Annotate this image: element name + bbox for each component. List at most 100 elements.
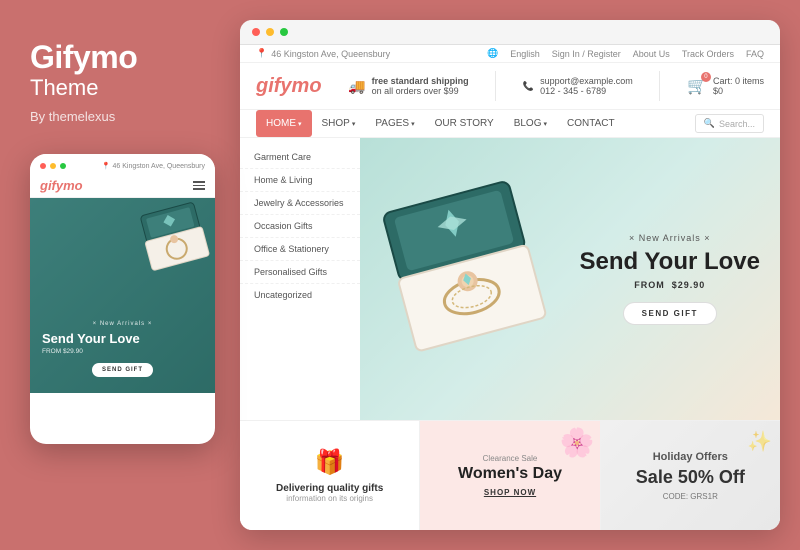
hero-send-gift-button[interactable]: SEND GIFT xyxy=(623,302,717,325)
hamburger-line xyxy=(193,181,205,183)
hamburger-line xyxy=(193,188,205,190)
hero-badge: × New Arrivals × xyxy=(580,233,760,243)
nav-our-story-label: OUR STORY xyxy=(435,118,494,129)
cart-info: Cart: 0 items $0 xyxy=(713,76,764,96)
mobile-send-gift-button[interactable]: SEND GIFT xyxy=(92,363,153,377)
holiday-code: CODE: GRS1R xyxy=(663,492,718,501)
site-content: 📍 46 Kingston Ave, Queensbury 🌐 English … xyxy=(240,45,780,530)
header-divider-2 xyxy=(659,71,660,101)
womens-day-card: 🌸 Clearance Sale Women's Day SHOP NOW xyxy=(420,421,600,530)
shop-now-button[interactable]: SHOP NOW xyxy=(484,488,536,497)
mobile-dot-green xyxy=(60,163,66,169)
sparkle-icon: ✨ xyxy=(747,429,772,454)
mobile-address: 📍 46 Kingston Ave, Queensbury xyxy=(102,162,205,170)
chevron-down-icon: ▾ xyxy=(544,120,548,128)
shipping-info: free standard shipping on all orders ove… xyxy=(372,76,469,96)
hamburger-line xyxy=(193,185,205,187)
hero-from-label: FROM xyxy=(634,280,665,290)
site-logo[interactable]: gifymo xyxy=(256,75,322,98)
womens-badge: Clearance Sale xyxy=(483,454,538,463)
jewelry-box-icon xyxy=(135,199,215,279)
menu-occasion-gifts[interactable]: Occasion Gifts xyxy=(240,215,360,238)
menu-garment-care[interactable]: Garment Care xyxy=(240,146,360,169)
menu-home-living[interactable]: Home & Living xyxy=(240,169,360,192)
header-support: 📞 support@example.com 012 - 345 - 6789 xyxy=(523,76,633,96)
search-icon: 🔍 xyxy=(704,118,715,129)
cart-amount: $0 xyxy=(713,86,764,96)
brand-title: Gifymo xyxy=(30,40,137,75)
nav-blog[interactable]: BLOG ▾ xyxy=(504,110,557,137)
topbar-faq[interactable]: FAQ xyxy=(746,49,764,59)
nav-pages[interactable]: PAGES ▾ xyxy=(365,110,424,137)
hero-title: Send Your Love xyxy=(580,249,760,275)
topbar-language[interactable]: English xyxy=(510,49,540,59)
shop-dropdown-menu: Garment Care Home & Living Jewelry & Acc… xyxy=(240,138,360,420)
mobile-hero-title: Send Your Love xyxy=(42,331,203,347)
header-cart[interactable]: 🛒 0 Cart: 0 items $0 xyxy=(687,76,764,96)
browser-dot-red xyxy=(252,28,260,36)
hero-jewelry-illustration xyxy=(371,170,568,371)
flower-icon: 🌸 xyxy=(560,426,595,459)
deliver-title: Delivering quality gifts xyxy=(276,483,383,494)
nav-home-label: HOME xyxy=(266,118,296,129)
mobile-hero-price: FROM $29.90 xyxy=(42,348,203,355)
holiday-card: ✨ Holiday Offers Sale 50% Off CODE: GRS1… xyxy=(601,421,780,530)
deliver-subtitle: information on its origins xyxy=(286,494,373,503)
nav-shop-label: SHOP xyxy=(322,118,350,129)
menu-jewelry[interactable]: Jewelry & Accessories xyxy=(240,192,360,215)
site-main: Garment Care Home & Living Jewelry & Acc… xyxy=(240,138,780,420)
brand-subtitle: Theme xyxy=(30,75,98,101)
nav-search[interactable]: 🔍 Search... xyxy=(695,114,764,133)
topbar-signin[interactable]: Sign In / Register xyxy=(552,49,621,59)
shipping-title: free standard shipping xyxy=(372,76,469,86)
mobile-preview: 📍 46 Kingston Ave, Queensbury gifymo xyxy=(30,154,215,444)
holiday-sale: Sale 50% Off xyxy=(636,467,745,488)
mobile-hero-badge: × New Arrivals × xyxy=(42,321,203,327)
menu-personalised-gifts[interactable]: Personalised Gifts xyxy=(240,261,360,284)
hero-text: × New Arrivals × Send Your Love FROM $29… xyxy=(580,233,760,324)
pin-icon: 📍 xyxy=(102,162,111,170)
nav-our-story[interactable]: OUR STORY xyxy=(425,110,504,137)
holiday-title: Holiday Offers xyxy=(653,451,728,463)
support-info: support@example.com 012 - 345 - 6789 xyxy=(540,76,633,96)
chevron-down-icon: ▾ xyxy=(411,120,415,128)
chevron-down-icon: ▾ xyxy=(298,120,302,128)
nav-pages-label: PAGES xyxy=(375,118,409,129)
site-topbar: 📍 46 Kingston Ave, Queensbury 🌐 English … xyxy=(240,45,780,63)
mobile-hero: × New Arrivals × Send Your Love FROM $29… xyxy=(30,198,215,393)
menu-uncategorized[interactable]: Uncategorized xyxy=(240,284,360,306)
support-email: support@example.com xyxy=(540,76,633,86)
hero-price: $29.90 xyxy=(672,280,706,290)
mobile-dot-red xyxy=(40,163,46,169)
nav-shop[interactable]: SHOP ▾ xyxy=(312,110,366,137)
mobile-dot-yellow xyxy=(50,163,56,169)
nav-blog-label: BLOG xyxy=(514,118,542,129)
header-shipping: 🚚 free standard shipping on all orders o… xyxy=(348,76,468,96)
menu-office-stationery[interactable]: Office & Stationery xyxy=(240,238,360,261)
hamburger-icon[interactable] xyxy=(193,181,205,190)
womens-title: Women's Day xyxy=(458,465,562,483)
cart-icon: 🛒 0 xyxy=(687,76,707,96)
topbar-track[interactable]: Track Orders xyxy=(682,49,734,59)
browser-dot-yellow xyxy=(266,28,274,36)
topbar-about[interactable]: About Us xyxy=(633,49,670,59)
nav-contact[interactable]: CONTACT xyxy=(557,110,625,137)
site-nav: HOME ▾ SHOP ▾ PAGES ▾ OUR STORY BLOG ▾ C… xyxy=(240,110,780,138)
cart-label: Cart: 0 items xyxy=(713,76,764,86)
topbar-left: 📍 46 Kingston Ave, Queensbury xyxy=(256,48,390,59)
pin-icon: 📍 xyxy=(256,48,267,59)
nav-home[interactable]: HOME ▾ xyxy=(256,110,312,137)
nav-contact-label: CONTACT xyxy=(567,118,615,129)
bottom-row: 🎁 Delivering quality gifts information o… xyxy=(240,420,780,530)
jewelry-box-svg xyxy=(371,170,567,366)
mobile-logo: gifymo xyxy=(40,178,83,193)
browser-window: 📍 46 Kingston Ave, Queensbury 🌐 English … xyxy=(240,20,780,530)
left-panel: Gifymo Theme By themelexus 📍 46 Kingston… xyxy=(0,0,240,550)
hero-from: FROM $29.90 xyxy=(580,280,760,290)
shipping-sub: on all orders over $99 xyxy=(372,86,469,96)
mobile-top-bar: 📍 46 Kingston Ave, Queensbury xyxy=(30,154,215,174)
brand-by: By themelexus xyxy=(30,109,115,124)
gift-icon: 🎁 xyxy=(315,448,345,477)
browser-chrome xyxy=(240,20,780,45)
truck-icon: 🚚 xyxy=(348,78,365,95)
